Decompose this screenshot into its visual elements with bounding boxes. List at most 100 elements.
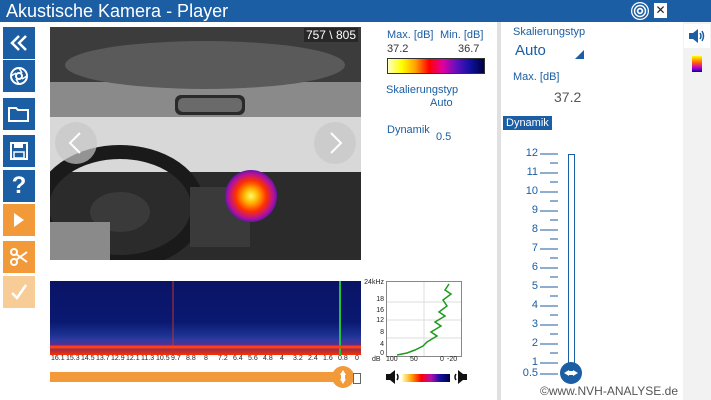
spectrogram[interactable] bbox=[50, 281, 361, 355]
dynamic-scale-tick: 4 bbox=[531, 299, 538, 311]
save-button[interactable] bbox=[3, 135, 35, 167]
scaling-type-setting-label: Skalierungstyp bbox=[513, 26, 586, 38]
time-tick: 2.4 bbox=[308, 355, 318, 362]
copyright-text: ©www.NVH-ANALYSE.de bbox=[540, 384, 678, 398]
volume-low-button[interactable] bbox=[385, 368, 401, 386]
frequency-tick: 16 bbox=[376, 307, 384, 314]
double-chevron-left-icon bbox=[10, 35, 27, 51]
logo-icon bbox=[631, 2, 649, 20]
chevron-left-icon bbox=[68, 132, 81, 154]
frequency-tick: 24kHz bbox=[364, 279, 384, 286]
time-tick: 12.1 bbox=[126, 355, 140, 362]
time-tick: 6.4 bbox=[233, 355, 243, 362]
spectrum-x-tick: 50 bbox=[410, 356, 418, 363]
dynamic-scale-tick: 6 bbox=[531, 261, 538, 273]
max-setting-value[interactable]: 37.2 bbox=[554, 89, 581, 105]
spectrum-x-unit: dB bbox=[372, 356, 381, 363]
colormap-tab-button[interactable] bbox=[684, 52, 710, 76]
mini-color-scale bbox=[402, 374, 450, 382]
max-db-label: Max. [dB] bbox=[387, 29, 434, 41]
camera-button[interactable] bbox=[3, 60, 35, 92]
time-tick: 8 bbox=[204, 355, 208, 362]
scaling-type-label: Skalierungstyp bbox=[386, 84, 459, 96]
dynamic-scale-tick: 3 bbox=[531, 318, 538, 330]
question-mark-icon: ? bbox=[11, 172, 27, 199]
time-tick: 5.6 bbox=[248, 355, 258, 362]
drag-handle-icon bbox=[340, 370, 346, 384]
title-bar: Akustische Kamera - Player ✕ bbox=[0, 0, 711, 22]
drag-handle-icon bbox=[564, 370, 578, 376]
play-icon bbox=[14, 213, 24, 227]
floppy-disk-icon bbox=[10, 142, 28, 160]
dynamic-scale-tick: 0.5 bbox=[522, 367, 538, 379]
dynamic-scale-tick: 11 bbox=[526, 166, 538, 178]
dynamic-slider-track[interactable] bbox=[568, 154, 575, 370]
time-tick: 7.2 bbox=[218, 355, 228, 362]
sound-source-hotspot bbox=[225, 170, 277, 222]
time-tick: 9.7 bbox=[171, 355, 181, 362]
max-db-value: 37.2 bbox=[387, 43, 409, 55]
time-tick: 11.3 bbox=[141, 355, 155, 362]
dynamic-scale-tick: 8 bbox=[531, 223, 538, 235]
time-tick: 3.2 bbox=[293, 355, 303, 362]
spectrogram-overlay bbox=[50, 281, 361, 355]
playback-slider-thumb[interactable] bbox=[332, 366, 354, 388]
panel-divider bbox=[497, 22, 501, 400]
frequency-tick: 12 bbox=[376, 317, 384, 324]
time-tick: 13.7 bbox=[96, 355, 110, 362]
min-db-value: 36.7 bbox=[458, 43, 480, 55]
frame-counter: 757 \ 805 bbox=[303, 28, 358, 42]
acoustic-camera-view: 757 \ 805 bbox=[50, 27, 361, 260]
dynamic-scale-tick: 9 bbox=[531, 204, 538, 216]
dynamic-scale-tick: 10 bbox=[525, 185, 538, 197]
collapse-button[interactable] bbox=[3, 27, 35, 59]
frequency-spectrum-plot bbox=[386, 281, 462, 357]
folder-icon bbox=[8, 107, 29, 122]
close-icon: ✕ bbox=[655, 3, 666, 17]
speaker-icon bbox=[386, 370, 399, 384]
dynamic-scale-tick: 2 bbox=[531, 337, 538, 349]
close-button[interactable]: ✕ bbox=[654, 3, 667, 18]
dynamic-scale-tick: 5 bbox=[531, 280, 538, 292]
spectrogram-time-axis: 16.1 15.3 14.5 13.7 12.9 12.1 11.3 10.5 … bbox=[50, 355, 361, 366]
next-frame-button[interactable] bbox=[314, 122, 356, 164]
aperture-icon bbox=[10, 67, 28, 85]
time-tick: 4.8 bbox=[263, 355, 273, 362]
color-scale-bar bbox=[387, 58, 485, 74]
right-tool-strip bbox=[683, 22, 711, 400]
previous-frame-button[interactable] bbox=[55, 122, 97, 164]
min-db-label: Min. [dB] bbox=[440, 29, 484, 41]
open-folder-button[interactable] bbox=[3, 98, 35, 130]
playback-slider-track[interactable] bbox=[50, 372, 346, 382]
frequency-tick: 18 bbox=[376, 296, 384, 303]
time-tick: 1.6 bbox=[323, 355, 333, 362]
confirm-button[interactable] bbox=[3, 276, 35, 308]
speaker-icon bbox=[454, 370, 467, 384]
chevron-right-icon bbox=[330, 132, 343, 154]
dropdown-arrow-icon[interactable] bbox=[575, 50, 584, 59]
time-tick: 0.8 bbox=[338, 355, 348, 362]
spectrum-curve bbox=[387, 282, 461, 356]
speaker-icon bbox=[689, 29, 705, 43]
max-setting-label: Max. [dB] bbox=[513, 71, 560, 83]
dynamic-scale-tick: 7 bbox=[531, 242, 538, 254]
dynamic-value: 0.5 bbox=[436, 131, 452, 143]
spectrum-x-tick: 100 bbox=[386, 356, 398, 363]
frequency-tick: 4 bbox=[380, 341, 384, 348]
time-tick: 0 bbox=[355, 355, 359, 362]
scaling-type-value: Auto bbox=[430, 97, 453, 109]
time-tick: 15.3 bbox=[66, 355, 80, 362]
app-title: Akustische Kamera - Player bbox=[6, 1, 229, 21]
dynamic-label: Dynamik bbox=[387, 124, 430, 136]
cut-button[interactable] bbox=[3, 241, 35, 273]
help-button[interactable]: ? bbox=[3, 170, 35, 202]
scissors-icon bbox=[10, 248, 28, 266]
volume-high-button[interactable] bbox=[452, 368, 468, 386]
scaling-type-dropdown[interactable]: Auto bbox=[515, 42, 546, 59]
dynamic-slider-thumb[interactable] bbox=[560, 362, 582, 384]
play-button[interactable] bbox=[3, 204, 35, 236]
playback-end-marker bbox=[353, 373, 361, 384]
dynamic-scale-tick: 12 bbox=[525, 147, 538, 159]
time-tick: 16.1 bbox=[51, 355, 65, 362]
audio-tab-button[interactable] bbox=[684, 24, 710, 48]
